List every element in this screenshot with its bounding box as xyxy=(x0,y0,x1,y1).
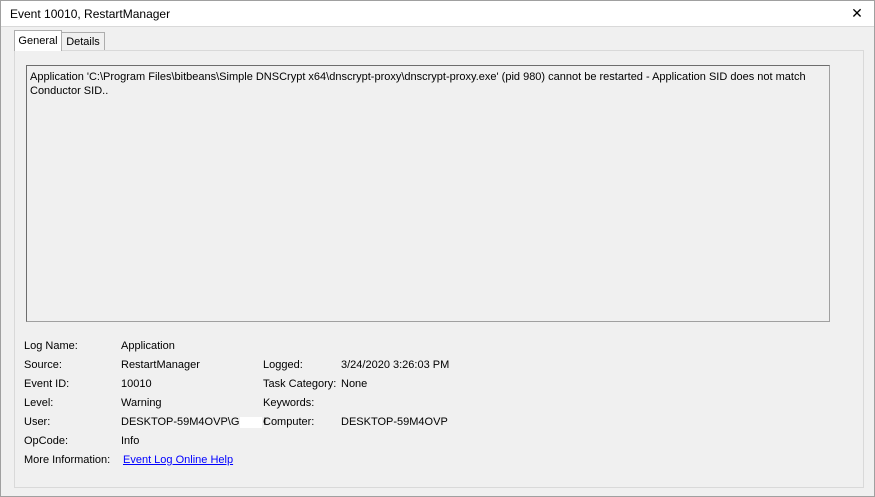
level-value[interactable]: Warning xyxy=(121,397,162,409)
log-name-value[interactable]: Application xyxy=(121,340,175,352)
user-label: User: xyxy=(24,416,51,428)
tab-general[interactable]: General xyxy=(14,30,62,51)
source-value[interactable]: RestartManager xyxy=(121,359,200,371)
logged-value[interactable]: 3/24/2020 3:26:03 PM xyxy=(341,359,449,371)
title-bar[interactable]: Event 10010, RestartManager ✕ xyxy=(1,1,874,27)
computer-label: Computer: xyxy=(263,416,315,428)
task-category-value[interactable]: None xyxy=(341,378,367,390)
more-information-label: More Information: xyxy=(24,454,111,466)
user-value-prefix: DESKTOP-59M4OVP\G xyxy=(121,416,240,428)
opcode-label: OpCode: xyxy=(24,435,69,447)
window-title: Event 10010, RestartManager xyxy=(10,7,171,21)
log-name-label: Log Name: xyxy=(24,340,78,352)
level-label: Level: xyxy=(24,397,54,409)
task-category-label: Task Category: xyxy=(263,378,337,390)
source-label: Source: xyxy=(24,359,62,371)
keywords-label: Keywords: xyxy=(263,397,315,409)
redacted-block xyxy=(240,416,263,428)
computer-value[interactable]: DESKTOP-59M4OVP xyxy=(341,416,448,428)
event-id-value[interactable]: 10010 xyxy=(121,378,152,390)
event-message-box[interactable]: Application 'C:\Program Files\bitbeans\S… xyxy=(26,65,830,322)
opcode-value[interactable]: Info xyxy=(121,435,139,447)
user-value[interactable]: DESKTOP-59M4OVP\G! xyxy=(121,416,266,428)
close-icon[interactable]: ✕ xyxy=(846,2,868,24)
event-properties-window: Event 10010, RestartManager ✕ General De… xyxy=(0,0,875,497)
event-id-label: Event ID: xyxy=(24,378,70,390)
event-log-online-help-link[interactable]: Event Log Online Help xyxy=(123,454,233,466)
tab-details[interactable]: Details xyxy=(61,32,105,51)
logged-label: Logged: xyxy=(263,359,303,371)
